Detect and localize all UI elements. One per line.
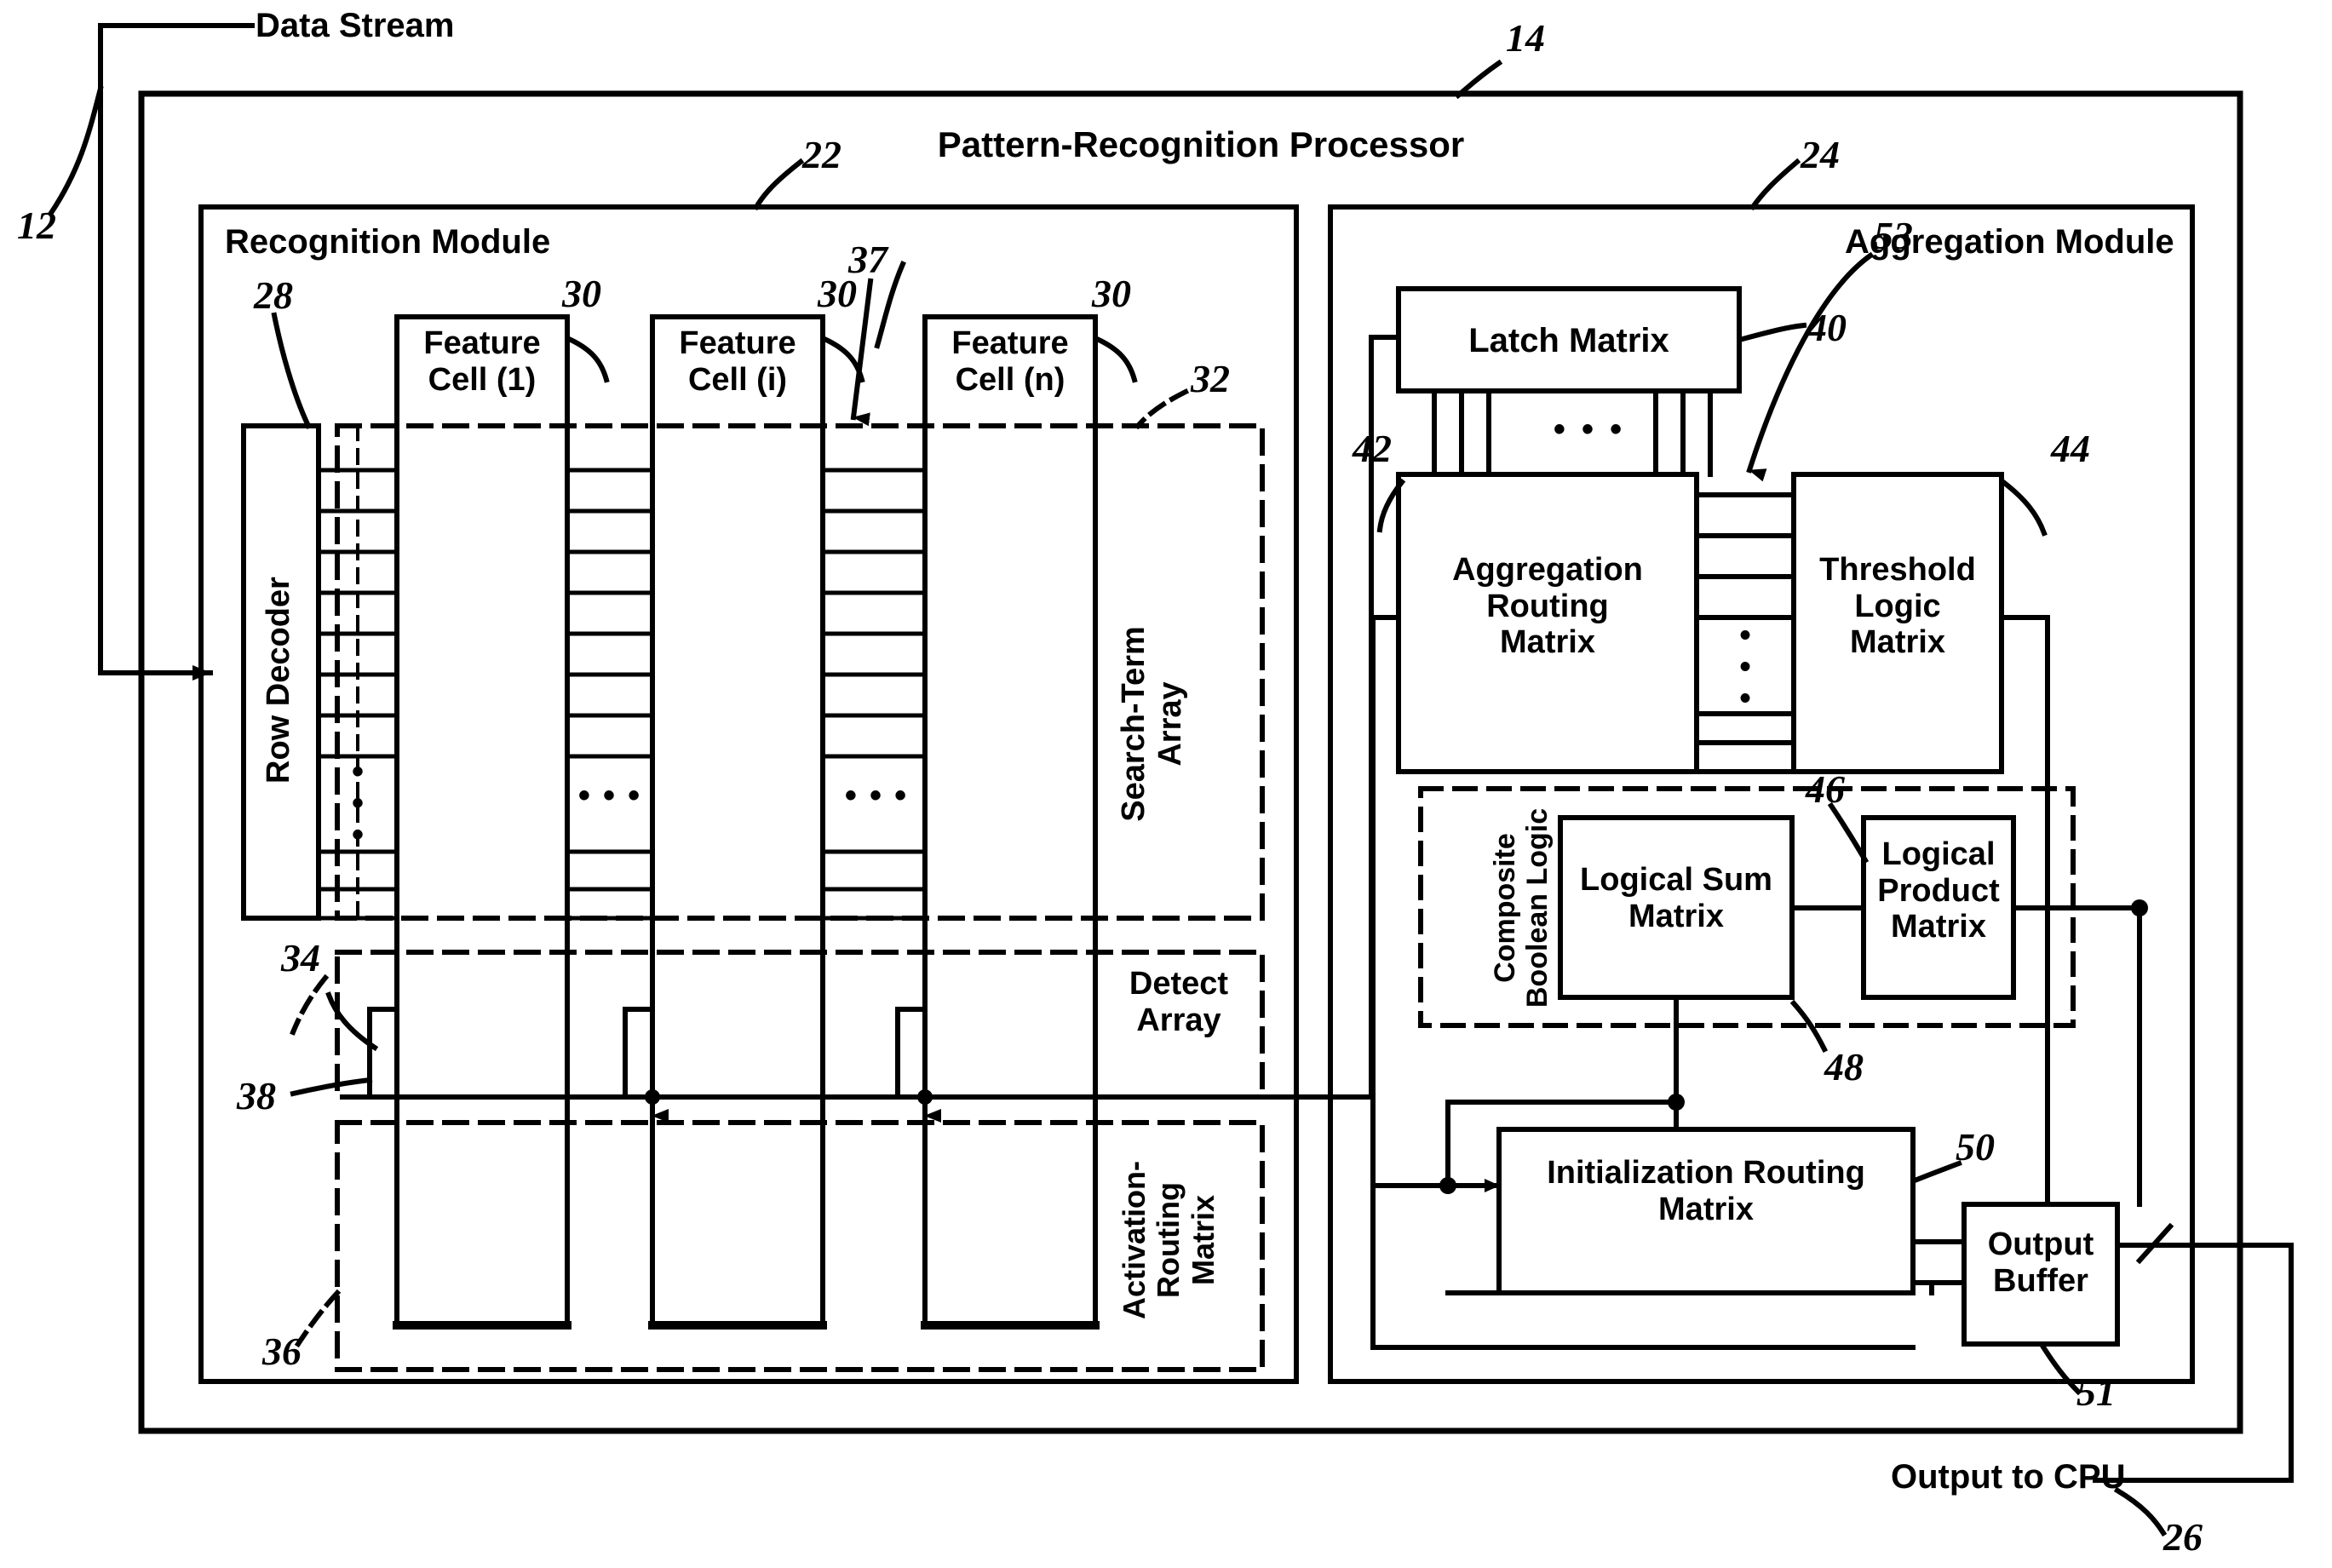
feature-cell-n-shape: [922, 314, 1098, 1330]
search-term-rows-col2: [565, 468, 655, 921]
junction-dot: [917, 1089, 933, 1105]
logical-sum-matrix-label: Logical Sum Matrix: [1580, 862, 1772, 934]
search-term-array-label: Search-Term Array: [1116, 626, 1188, 822]
ref-34: 34: [281, 936, 320, 979]
ref-30-celln: 30: [1092, 272, 1131, 315]
data-stream-line: [98, 23, 255, 681]
junction-dot: [645, 1089, 660, 1105]
latch-matrix-label: Latch Matrix: [1468, 322, 1669, 359]
ref-12: 12: [17, 204, 56, 247]
threshold-bus-leader: [1746, 251, 1875, 482]
ref-37: 37: [848, 238, 887, 281]
search-term-ellipsis-col3: • • •: [844, 777, 909, 814]
threshold-bus-ellipsis: • • •: [1739, 617, 1751, 717]
ref-44: 44: [2051, 427, 2090, 470]
bus-slash-mark: [2135, 905, 2174, 1265]
ref-51: 51: [2076, 1370, 2116, 1414]
search-term-rows-col3: [820, 468, 928, 921]
threshold-logic-matrix-label: Threshold Logic Matrix: [1819, 552, 1976, 661]
ref-42: 42: [1353, 427, 1392, 470]
initialization-routing-matrix-label: Initialization Routing Matrix: [1547, 1155, 1865, 1227]
detect-cell-stubs: [367, 1007, 928, 1100]
row-decoder-label: Row Decoder: [261, 577, 296, 784]
ref-50: 50: [1956, 1125, 1995, 1169]
junction-dot: [1668, 1094, 1685, 1111]
ref-28: 28: [254, 273, 293, 317]
ref-36: 36: [262, 1330, 302, 1373]
ref-53: 53: [1874, 214, 1913, 257]
search-term-ellipsis-col2: • • •: [577, 777, 642, 814]
junction-dot: [1439, 1177, 1456, 1194]
ref-32: 32: [1191, 357, 1230, 400]
feature-cell-1-label: Feature Cell (1): [423, 325, 541, 398]
row-decoder-ellipsis: • • •: [351, 753, 364, 853]
ref-40: 40: [1807, 306, 1847, 349]
feature-cell-i-shape: [650, 314, 825, 1330]
feature-cell-n-label: Feature Cell (n): [951, 325, 1069, 398]
ref-24: 24: [1801, 133, 1840, 176]
ref-46: 46: [1806, 767, 1845, 811]
data-stream-label: Data Stream: [256, 7, 455, 44]
ref-38: 38: [237, 1074, 276, 1117]
ref-48: 48: [1824, 1045, 1864, 1088]
ref-30-cell1: 30: [562, 272, 601, 315]
output-buffer-label: Output Buffer: [1987, 1226, 2094, 1299]
feature-cell-1-shape: [394, 314, 570, 1330]
output-to-cpu-label: Output to CPU: [1891, 1458, 2126, 1496]
processor-title: Pattern-Recognition Processor: [937, 124, 1465, 164]
composite-boolean-logic-label: Composite Boolean Logic: [1489, 807, 1554, 1008]
ref-22: 22: [802, 133, 841, 176]
reference-leaders-dashed: [290, 388, 1190, 1348]
ref-14: 14: [1506, 16, 1545, 60]
feature-cell-i-label: Feature Cell (i): [679, 325, 796, 398]
aggregation-routing-matrix-label: Aggregation Routing Matrix: [1452, 552, 1643, 661]
latch-bus-ellipsis: • • •: [1553, 411, 1626, 448]
ref-26: 26: [2163, 1515, 2203, 1559]
detect-array-label: Detect Array: [1129, 966, 1229, 1038]
patent-figure: Data Stream 12 14 Pattern-Recognition Pr…: [0, 0, 2332, 1568]
logical-product-matrix-label: Logical Product Matrix: [1877, 836, 2000, 945]
recognition-module-title: Recognition Module: [225, 223, 551, 261]
activation-routing-matrix-label: Activation- Routing Matrix: [1117, 1161, 1221, 1320]
detect-output-bus: [367, 1094, 1333, 1123]
